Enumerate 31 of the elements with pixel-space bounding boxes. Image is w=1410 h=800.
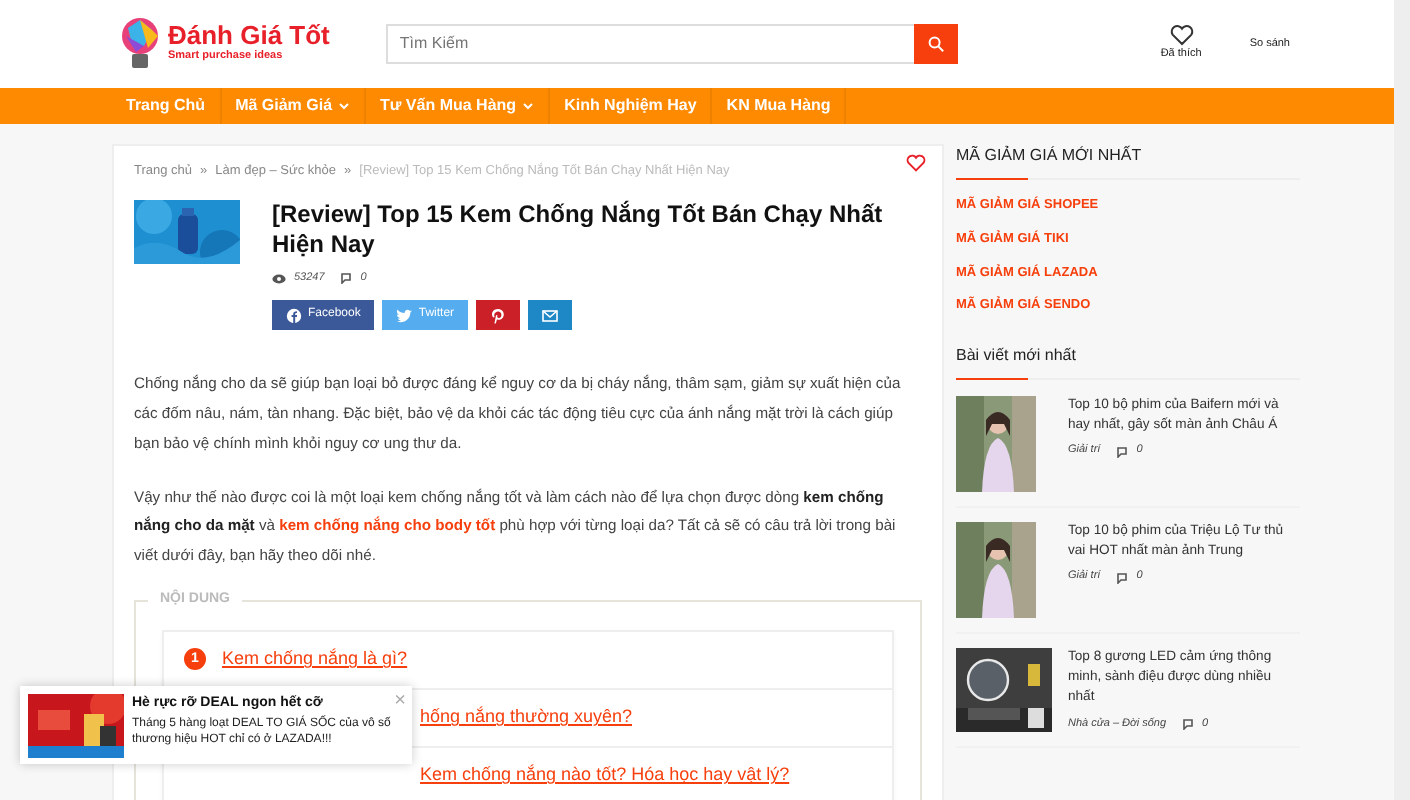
eye-icon — [272, 273, 286, 284]
email-button[interactable] — [528, 300, 573, 331]
nav-link[interactable]: Trang Chủ — [112, 88, 222, 124]
heart-icon[interactable] — [906, 154, 926, 172]
search-button[interactable] — [913, 24, 958, 64]
pinterest-icon — [490, 307, 507, 324]
toc-link[interactable]: Kem chống nắng nào tốt? Hóa học hay vật lý? — [420, 762, 790, 790]
sidebar-heading: MÃ GIẢM GIÁ MỚI NHẤT — [956, 144, 1300, 180]
facebook-icon — [286, 307, 302, 324]
logo-title[interactable]: Đánh Giá Tốt — [168, 22, 330, 49]
nav-link[interactable]: Mã Giảm Giá — [221, 88, 367, 124]
chevron-down-icon — [338, 102, 351, 110]
chevron-down-icon — [522, 102, 535, 110]
comment-icon — [1182, 717, 1195, 730]
article-title: [Review] Top 15 Kem Chống Nắng Tốt Bán Chạy Nhất Hiện Nay — [272, 199, 885, 262]
comment-icon — [1116, 445, 1129, 457]
sidebar-heading: Bài viết mới nhất — [956, 344, 1300, 380]
close-button[interactable]: × — [394, 692, 406, 712]
search-icon — [927, 36, 944, 52]
heart-icon — [1169, 24, 1194, 47]
twitter-icon — [396, 307, 413, 324]
toc-link[interactable]: hống nắng thường xuyên? — [420, 704, 633, 732]
nav-link[interactable]: Tư Vấn Mua Hàng — [366, 88, 551, 124]
nav-link[interactable]: KN Mua Hàng — [712, 88, 847, 124]
toc-link[interactable]: Kem chống nắng là gì? — [222, 646, 408, 674]
nav-link[interactable]: Kinh Nghiệm Hay — [550, 88, 713, 124]
search-field[interactable]: Tìm Kiếm — [385, 24, 914, 64]
envelope-icon — [542, 307, 559, 324]
comment-icon — [1116, 571, 1129, 583]
pinterest-button[interactable] — [476, 300, 521, 331]
comment-icon — [340, 272, 353, 285]
